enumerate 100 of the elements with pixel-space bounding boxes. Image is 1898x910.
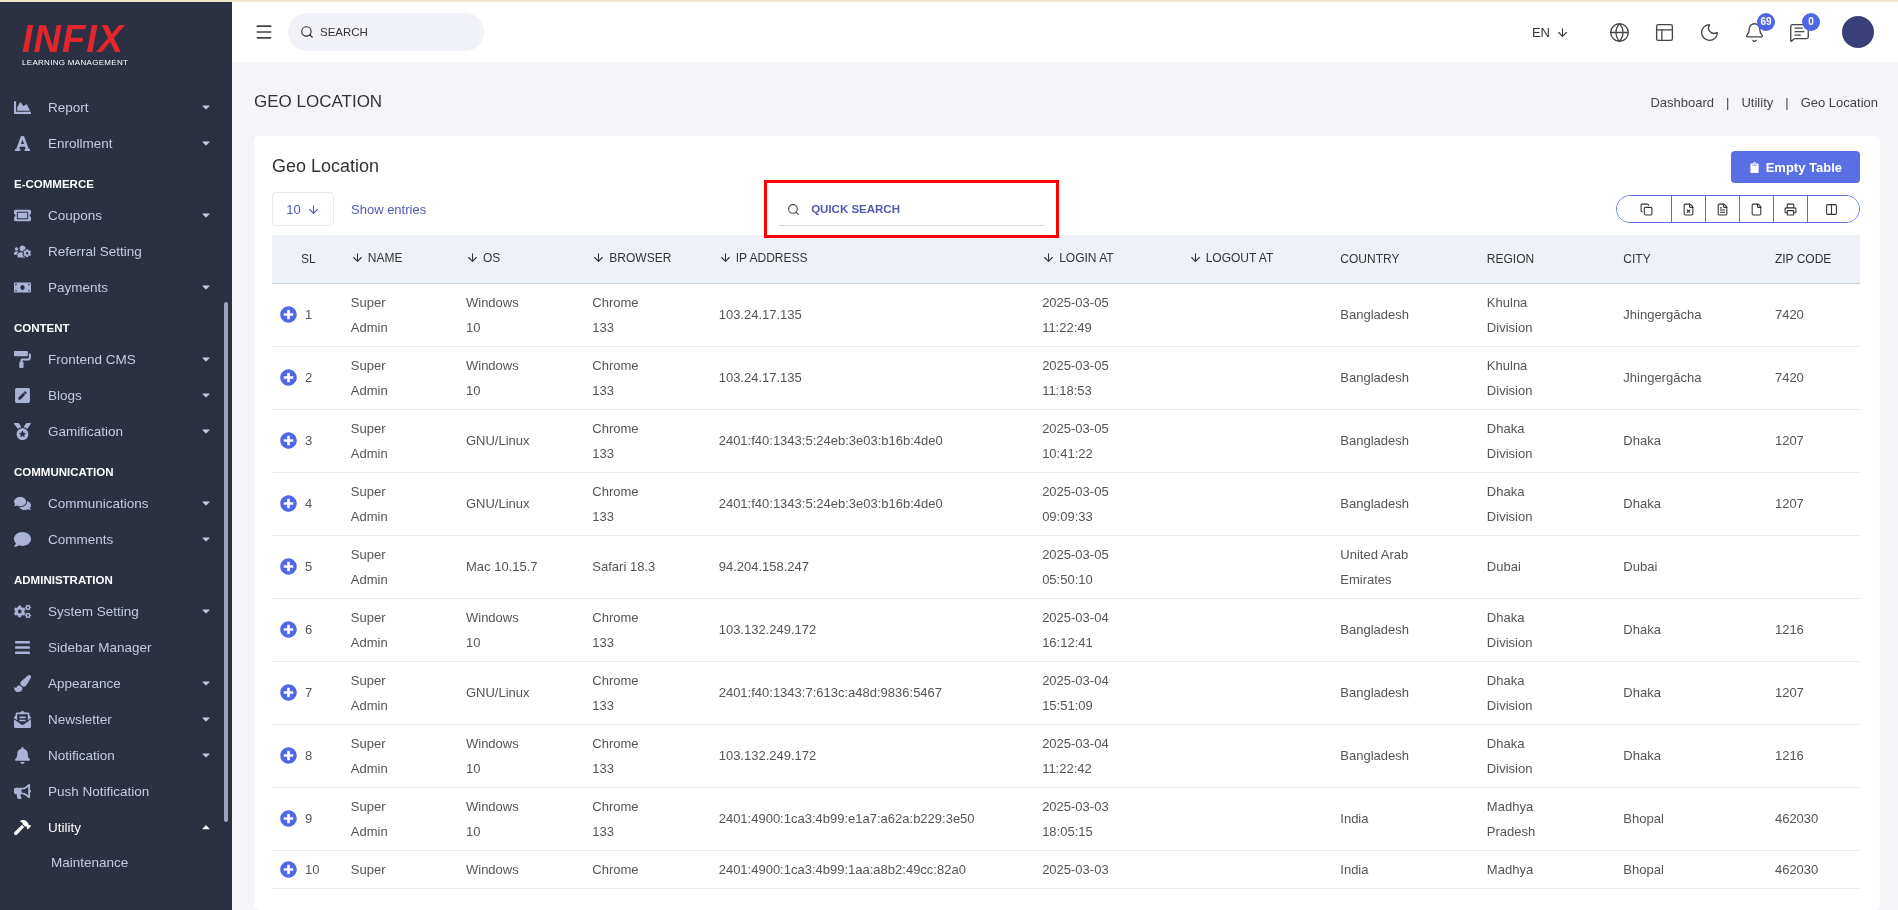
sidebar-item[interactable]: Enrollment [0, 125, 232, 161]
chat-icon[interactable] [1789, 21, 1810, 43]
table-cell: GNU/Linux [466, 433, 530, 448]
table-cell: 2025-03-05 11:22:49 [1042, 294, 1109, 335]
menu-item-icon [14, 818, 34, 836]
table-cell: 2025-03-05 10:41:22 [1042, 420, 1109, 461]
table-cell: 2401:f40:1343:5:24eb:3e03:b16b:4de0 [718, 433, 943, 448]
sidebar-item[interactable]: Notification [0, 737, 232, 773]
expand-row-icon[interactable] [280, 684, 297, 701]
notification-badge: 69 [1757, 12, 1775, 31]
table-cell: Dhaka Division [1486, 609, 1533, 650]
sidebar-item[interactable]: Comments [0, 521, 232, 557]
columns-icon[interactable] [1807, 196, 1859, 222]
page-size-select[interactable]: 10 [272, 192, 334, 226]
table-cell: 2025-03-05 11:18:53 [1042, 357, 1109, 398]
page-title: GEO LOCATION [254, 92, 383, 112]
expand-row-icon[interactable] [280, 369, 297, 386]
sidebar-item[interactable]: Payments [0, 269, 232, 305]
expand-row-icon[interactable] [280, 495, 297, 512]
column-header[interactable]: REGION [1480, 235, 1618, 283]
sidebar-item[interactable]: System Setting [0, 593, 232, 629]
menu-item-icon [14, 494, 34, 512]
table-cell: United Arab Emirates [1340, 546, 1409, 587]
menu-item-icon [14, 674, 34, 692]
search-icon [787, 202, 801, 216]
column-header[interactable]: SL [272, 235, 345, 283]
layout-icon[interactable] [1654, 21, 1675, 43]
sidebar-item[interactable]: Gamification [0, 413, 232, 449]
sidebar-item[interactable]: Appearance [0, 665, 232, 701]
table-cell: Mac 10.15.7 [466, 559, 538, 574]
search-field[interactable]: SEARCH [288, 13, 484, 51]
table-cell: Chrome 133 [592, 735, 639, 776]
column-header[interactable]: LOGIN AT [1036, 235, 1183, 283]
column-header[interactable]: NAME [344, 235, 460, 283]
sidebar-item[interactable]: Coupons [0, 197, 232, 233]
scrollbar-thumb[interactable] [224, 302, 228, 822]
breadcrumb-link[interactable]: Geo Location [1800, 94, 1878, 110]
table-cell: Chrome 133 [592, 420, 639, 461]
expand-row-icon[interactable] [280, 860, 297, 878]
avatar[interactable] [1842, 16, 1874, 48]
expand-row-icon[interactable] [280, 810, 297, 827]
menu-item-icon [14, 602, 34, 620]
sidebar-item[interactable]: Referral Setting [0, 233, 232, 269]
sidebar-item[interactable]: Push Notification [0, 773, 232, 809]
table-cell: Chrome 133 [592, 483, 639, 524]
expand-row-icon[interactable] [280, 432, 297, 449]
sidebar-item[interactable]: Report [0, 89, 232, 125]
table-cell: Chrome 133 [592, 609, 639, 650]
table-cell: Dhaka [1623, 622, 1661, 637]
sidebar-item[interactable]: Utility [0, 809, 232, 845]
table-cell: Bhopal [1623, 811, 1664, 826]
expand-row-icon[interactable] [280, 306, 297, 323]
column-header[interactable]: LOGOUT AT [1182, 235, 1335, 283]
column-header[interactable]: COUNTRY [1334, 235, 1481, 283]
table-cell: 7420 [1774, 370, 1804, 385]
sidebar-item[interactable]: Frontend CMS [0, 341, 232, 377]
table-cell: Windows 10 [466, 798, 519, 839]
sidebar-section-title: E-COMMERCE [13, 177, 95, 192]
menu-item-icon [14, 530, 34, 548]
table-cell-text: 7 [305, 684, 313, 702]
column-header[interactable]: IP ADDRESS [712, 235, 1037, 283]
table-cell-text: 10 [305, 860, 320, 879]
menu-item-icon [14, 782, 34, 800]
breadcrumb-link[interactable]: Dashboard [1650, 94, 1715, 110]
table-cell: 2025-03-03 [1042, 861, 1109, 877]
column-header[interactable]: BROWSER [586, 235, 713, 283]
expand-row-icon[interactable] [280, 558, 297, 575]
sidebar-item[interactable]: Blogs [0, 377, 232, 413]
expand-row-icon[interactable] [280, 621, 297, 638]
column-header[interactable]: ZIP CODE [1768, 235, 1860, 283]
table-cell-text: 9 [305, 810, 313, 828]
table-cell: 1207 [1774, 496, 1804, 511]
table-cell-text: 8 [305, 747, 313, 765]
menu-icon[interactable] [254, 22, 274, 42]
table-cell: Super Admin [350, 609, 388, 650]
sidebar-item[interactable]: Communications [0, 485, 232, 521]
table-cell: 2025-03-05 05:50:10 [1042, 546, 1109, 587]
empty-table-button[interactable]: Empty Table [1730, 151, 1860, 183]
globe-icon[interactable] [1609, 21, 1630, 43]
show-entries-label: Show entries [351, 201, 427, 217]
menu-item-icon [14, 710, 34, 728]
table-cell: Super Admin [350, 294, 388, 335]
table-cell: Bangladesh [1340, 685, 1409, 700]
table-cell: 2025-03-04 16:12:41 [1042, 609, 1109, 650]
table-cell: 7420 [1774, 307, 1804, 322]
table-cell: Dubai [1486, 559, 1521, 574]
sidebar-item[interactable]: Newsletter [0, 701, 232, 737]
sidebar-subitem[interactable]: Maintenance [0, 845, 232, 879]
column-header[interactable]: CITY [1617, 235, 1769, 283]
breadcrumb-link[interactable]: Utility [1741, 94, 1774, 110]
table-cell: Dhaka Division [1486, 483, 1533, 524]
table-cell: India [1340, 811, 1369, 826]
expand-row-icon[interactable] [280, 747, 297, 764]
column-header[interactable]: OS [460, 235, 587, 283]
moon-icon[interactable] [1699, 21, 1720, 43]
table-cell: Dhaka [1623, 496, 1661, 511]
sidebar-item[interactable]: Sidebar Manager [0, 629, 232, 665]
table-cell: India [1340, 861, 1369, 877]
language-selector[interactable]: EN [1525, 23, 1575, 41]
card-title: Geo Location [272, 156, 380, 177]
